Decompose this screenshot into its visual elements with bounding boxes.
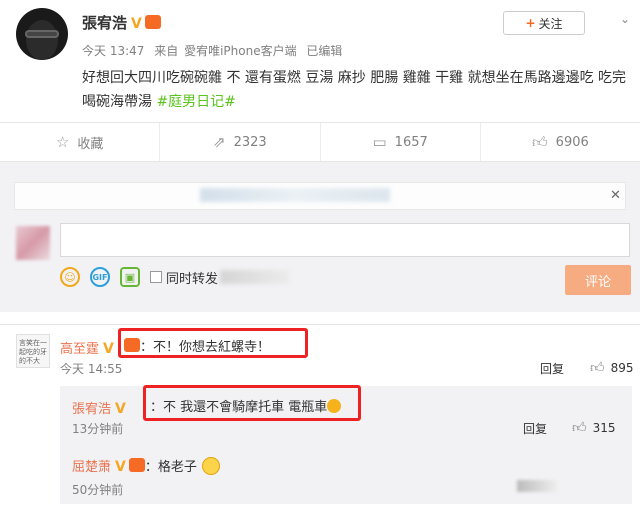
reply-header: 屈楚萧 V ：格老子 — [72, 456, 220, 475]
submit-comment-button[interactable]: 评论 — [565, 265, 631, 295]
post-meta: 今天 13:47 来自 愛宥唯iPhone客户端 已编辑 — [82, 42, 348, 59]
post-from-label: 来自 — [154, 44, 179, 58]
emoji-icon — [327, 399, 342, 413]
verified-badge-icon: V — [103, 341, 114, 357]
reply-author-name[interactable]: 屈楚萧 — [72, 460, 111, 475]
member-badge-icon — [144, 15, 161, 29]
composer-toolbar: ☺ GIF ▣ 同时转发 — [60, 266, 291, 288]
verified-badge-icon: V — [115, 459, 126, 475]
member-badge-icon — [124, 338, 140, 352]
divider — [0, 324, 640, 325]
commenter-name[interactable]: 高至霆 — [60, 342, 99, 357]
comment-count: 1657 — [394, 134, 428, 150]
like-button[interactable]: 👍︎ 6906 — [481, 123, 640, 161]
post-author-name[interactable]: 張宥浩 — [82, 14, 127, 32]
plus-icon: + — [525, 16, 536, 30]
comment-button[interactable]: ▭ 1657 — [321, 123, 481, 161]
like-count: 6906 — [555, 134, 589, 150]
follow-button[interactable]: + 关注 — [503, 11, 585, 35]
comment-header: 高至霆 V — [60, 338, 114, 357]
post-author-header: 張宥浩 V — [82, 12, 161, 33]
reply-header: 張宥浩 V — [72, 398, 126, 417]
blurred-text — [517, 480, 557, 492]
reply-like-button[interactable]: 👍︎ 315 — [572, 419, 616, 436]
post-action-bar: ☆ 收藏 ⇗ 2323 ▭ 1657 👍︎ 6906 — [0, 122, 640, 162]
image-icon[interactable]: ▣ — [120, 267, 140, 287]
comment-input[interactable] — [60, 223, 630, 257]
blurred-notice — [200, 188, 390, 202]
comment-like-button[interactable]: 👍︎ 895 — [590, 359, 634, 376]
comment-text: ：不！你想去紅螺寺！ — [140, 340, 271, 355]
repost-button[interactable]: ⇗ 2323 — [160, 123, 321, 161]
gif-icon[interactable]: GIF — [90, 267, 110, 287]
reply-text: ：格老子 — [144, 460, 197, 475]
post-edited[interactable]: 已编辑 — [306, 44, 342, 58]
commenter-avatar[interactable]: 言笑在一起吃的牙的不大 — [16, 334, 50, 368]
comment-icon: ▭ — [372, 133, 387, 151]
member-badge-icon — [128, 458, 145, 472]
avatar-glasses — [25, 30, 59, 38]
verified-badge-icon: V — [115, 401, 126, 417]
reply-time: 50分钟前 — [72, 483, 124, 497]
current-user-avatar — [16, 226, 50, 260]
also-repost-label: 同时转发 — [166, 271, 219, 287]
post-author-avatar[interactable] — [16, 8, 68, 60]
reply-link[interactable]: 回复 — [540, 360, 564, 377]
favorite-button[interactable]: ☆ 收藏 — [0, 123, 161, 161]
thumbs-up-icon: 👍︎ — [531, 132, 548, 151]
favorite-label: 收藏 — [77, 136, 104, 152]
post-time[interactable]: 今天 13:47 — [82, 44, 144, 58]
close-icon[interactable]: ✕ — [610, 188, 621, 203]
reply-time: 13分钟前 — [72, 422, 124, 436]
reply-like-count: 315 — [592, 421, 616, 435]
avatar-face — [26, 20, 58, 60]
star-icon: ☆ — [55, 133, 70, 151]
repost-icon: ⇗ — [213, 133, 226, 151]
thumbs-up-icon: 👍︎ — [590, 360, 605, 376]
follow-label: 关注 — [538, 16, 563, 31]
emoji-icon[interactable]: ☺ — [60, 267, 80, 287]
verified-badge-icon: V — [131, 16, 142, 32]
reply-link[interactable]: 回复 — [523, 420, 547, 437]
post-client[interactable]: 愛宥唯iPhone客户端 — [184, 44, 297, 58]
thumbs-up-icon: 👍︎ — [572, 420, 587, 436]
comment-time: 今天 14:55 — [60, 362, 123, 376]
post-hashtag[interactable]: #庭男日记# — [156, 94, 235, 110]
reply-text: ：不 我還不會騎摩托車 電瓶車 — [150, 400, 328, 415]
comment-body: ：不！你想去紅螺寺！ — [124, 336, 270, 355]
comment-like-count: 895 — [610, 361, 634, 375]
post-text: 好想回大四川吃碗碗雜 不 還有蛋燃 豆湯 麻抄 肥腸 雞雜 干雞 就想坐在馬路邊… — [82, 66, 627, 114]
chevron-down-icon[interactable]: ⌄ — [620, 12, 630, 26]
also-repost-checkbox[interactable] — [150, 271, 162, 283]
reply-body: ：不 我還不會騎摩托車 電瓶車 — [150, 396, 342, 415]
reply-author-name[interactable]: 張宥浩 — [72, 402, 111, 417]
scared-emoji-icon — [201, 457, 220, 475]
repost-count: 2323 — [233, 134, 267, 150]
blurred-text — [220, 270, 291, 284]
